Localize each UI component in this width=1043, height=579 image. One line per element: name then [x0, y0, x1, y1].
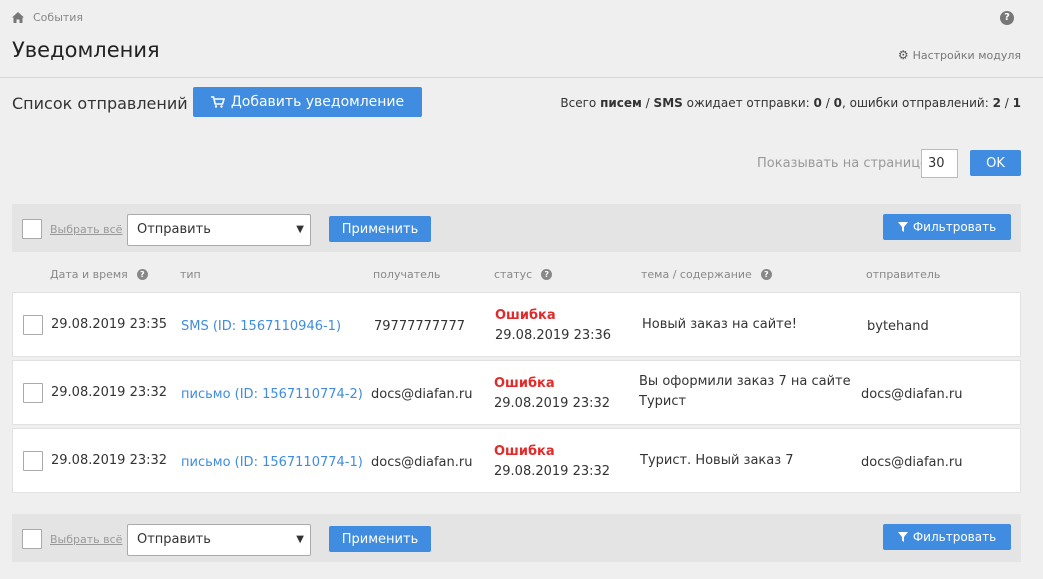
group-action-select[interactable]: Отправить ▼ — [127, 524, 311, 556]
select-all-checkbox[interactable] — [22, 219, 42, 239]
column-header-type: тип — [180, 268, 201, 281]
row-subject: Новый заказ на сайте! — [642, 317, 797, 332]
filter-button[interactable]: Фильтровать — [883, 214, 1011, 240]
row-status: Ошибка 29.08.2019 23:36 — [495, 306, 611, 346]
per-page-label: Показывать на странице: — [757, 156, 933, 171]
row-status: Ошибка 29.08.2019 23:32 — [494, 374, 610, 414]
list-title: Список отправлений — [12, 94, 188, 113]
row-sender: docs@diafan.ru — [861, 455, 963, 470]
row-date: 29.08.2019 23:32 — [51, 385, 168, 400]
apply-button[interactable]: Применить — [329, 526, 431, 552]
status-date: 29.08.2019 23:36 — [495, 328, 612, 343]
filter-label: Фильтровать — [912, 530, 997, 544]
group-action-value: Отправить — [137, 222, 211, 237]
filter-button[interactable]: Фильтровать — [883, 524, 1011, 550]
status-error: Ошибка — [495, 308, 556, 323]
module-settings-link[interactable]: ⚙ Настройки модуля — [898, 48, 1021, 62]
group-action-select[interactable]: Отправить ▼ — [127, 214, 311, 246]
send-summary: Всего писем / SMS ожидает отправки: 0 / … — [560, 96, 1021, 110]
question-icon[interactable]: ? — [136, 269, 148, 280]
row-recipient: docs@diafan.ru — [371, 387, 473, 402]
table-row[interactable]: 29.08.2019 23:32 письмо (ID: 1567110774-… — [12, 360, 1021, 425]
column-header-sender: отправитель — [866, 268, 941, 281]
column-header-status: статус? — [494, 268, 553, 281]
home-icon — [12, 12, 24, 23]
select-all-checkbox[interactable] — [22, 529, 42, 549]
per-page-ok-button[interactable]: OK — [970, 150, 1021, 176]
select-all-link[interactable]: Выбрать всё — [50, 223, 122, 236]
per-page-input[interactable] — [921, 149, 958, 178]
group-action-value: Отправить — [137, 532, 211, 547]
row-recipient: docs@diafan.ru — [371, 455, 473, 470]
select-all-link[interactable]: Выбрать всё — [50, 533, 122, 546]
status-error: Ошибка — [494, 444, 555, 459]
filter-icon — [897, 532, 908, 542]
table-row[interactable]: 29.08.2019 23:35 SMS (ID: 1567110946-1) … — [12, 292, 1021, 357]
status-date: 29.08.2019 23:32 — [494, 396, 611, 411]
caret-down-icon: ▼ — [296, 534, 304, 545]
column-header-subject: тема / содержание? — [641, 268, 772, 281]
question-icon[interactable]: ? — [541, 269, 553, 280]
table-row[interactable]: 29.08.2019 23:32 письмо (ID: 1567110774-… — [12, 428, 1021, 493]
gear-icon: ⚙ — [897, 48, 909, 62]
status-error: Ошибка — [494, 376, 555, 391]
row-type-link[interactable]: SMS (ID: 1567110946-1) — [181, 319, 341, 334]
page-header: События ? Уведомления ⚙ Настройки модуля — [0, 0, 1043, 78]
help-icon[interactable]: ? — [1000, 11, 1014, 25]
question-icon[interactable]: ? — [760, 269, 772, 280]
filter-label: Фильтровать — [912, 220, 997, 234]
breadcrumb[interactable]: События — [12, 11, 83, 24]
apply-button[interactable]: Применить — [329, 216, 431, 242]
row-checkbox[interactable] — [23, 451, 43, 471]
filter-icon — [897, 222, 908, 232]
add-notification-button[interactable]: Добавить уведомление — [193, 87, 422, 117]
cart-icon — [210, 96, 225, 108]
row-sender: docs@diafan.ru — [861, 387, 963, 402]
column-header-date: Дата и время? — [50, 268, 148, 281]
row-type-link[interactable]: письмо (ID: 1567110774-1) — [181, 455, 363, 470]
row-sender: bytehand — [867, 319, 929, 334]
caret-down-icon: ▼ — [296, 224, 304, 235]
row-recipient: 79777777777 — [374, 319, 465, 334]
group-actions-toolbar-top: Выбрать всё Отправить ▼ Применить Фильтр… — [12, 204, 1021, 252]
page-title: Уведомления — [12, 38, 160, 62]
row-date: 29.08.2019 23:35 — [51, 317, 168, 332]
row-subject: Вы оформили заказ 7 на сайте Турист — [639, 374, 851, 409]
group-actions-toolbar-bottom: Выбрать всё Отправить ▼ Применить Фильтр… — [12, 514, 1021, 562]
status-date: 29.08.2019 23:32 — [494, 464, 611, 479]
module-settings-label: Настройки модуля — [912, 48, 1021, 62]
row-date: 29.08.2019 23:32 — [51, 453, 168, 468]
row-checkbox[interactable] — [23, 383, 43, 403]
add-notification-label: Добавить уведомление — [230, 94, 405, 110]
row-status: Ошибка 29.08.2019 23:32 — [494, 442, 610, 482]
breadcrumb-label[interactable]: События — [33, 11, 83, 24]
row-checkbox[interactable] — [23, 315, 43, 335]
row-type-link[interactable]: письмо (ID: 1567110774-2) — [181, 387, 363, 402]
column-header-recipient: получатель — [373, 268, 441, 281]
row-subject: Турист. Новый заказ 7 — [640, 453, 794, 468]
